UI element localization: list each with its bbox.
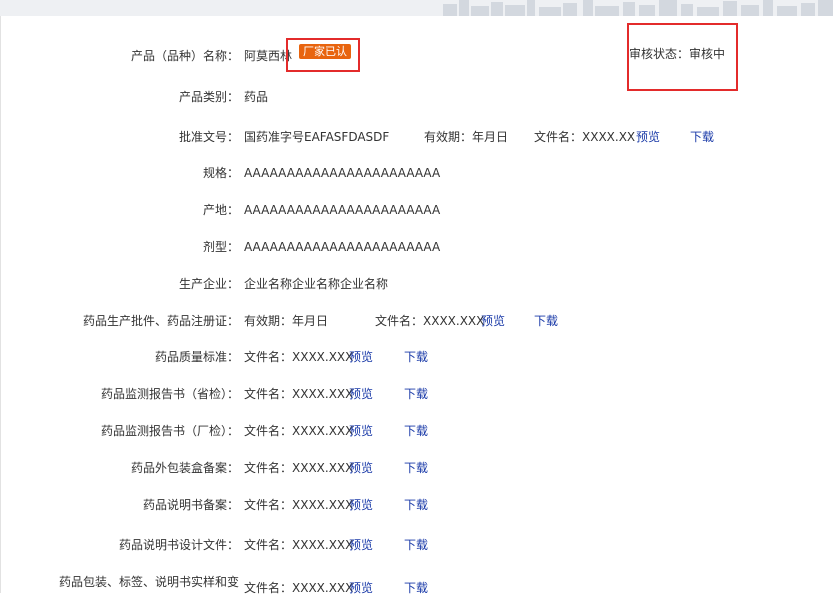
category-label: 产品类别：: [178, 90, 239, 104]
document-file-name: 文件名：XXXX.XXX: [244, 424, 354, 438]
document-preview-link[interactable]: 预览: [349, 458, 373, 478]
document-label: 药品说明书设计文件：: [118, 538, 239, 552]
document-preview-link[interactable]: 预览: [349, 535, 373, 555]
product-name-label: 产品（品种）名称：: [130, 49, 239, 63]
document-file-name: 文件名：XXXX.XXX: [244, 350, 354, 364]
document-file-name: 文件名：XXXX.XXX: [244, 538, 354, 552]
document-download-link[interactable]: 下载: [404, 578, 428, 598]
document-preview-link[interactable]: 预览: [349, 578, 373, 598]
approval-preview-link[interactable]: 预览: [636, 127, 660, 147]
origin-value: AAAAAAAAAAAAAAAAAAAAAAA: [244, 203, 441, 217]
approval-label: 批准文号：: [178, 130, 239, 144]
document-download-link[interactable]: 下载: [404, 347, 428, 367]
document-label: 药品质量标准：: [154, 350, 239, 364]
highlight-box-status: [627, 23, 738, 91]
manufacturer-label: 生产企业：: [178, 277, 239, 291]
document-preview-link[interactable]: 预览: [349, 421, 373, 441]
production-license-file-name: 文件名：XXXX.XXX: [375, 314, 485, 328]
document-download-link[interactable]: 下载: [404, 495, 428, 515]
category-value: 药品: [244, 90, 269, 104]
document-label: 药品包装、标签、说明书实样和变: [58, 575, 239, 589]
document-download-link[interactable]: 下载: [404, 535, 428, 555]
approval-validity: 有效期：年月日: [424, 130, 509, 144]
document-download-link[interactable]: 下载: [404, 421, 428, 441]
dosage-form-label: 剂型：: [202, 240, 239, 254]
document-label: 药品监测报告书（省检）：: [100, 387, 239, 401]
document-file-name: 文件名：XXXX.XXX: [244, 581, 354, 595]
origin-label: 产地：: [202, 203, 239, 217]
document-file-name: 文件名：XXXX.XXX: [244, 461, 354, 475]
spec-value: AAAAAAAAAAAAAAAAAAAAAAA: [244, 166, 441, 180]
production-license-validity: 有效期：年月日: [244, 314, 329, 328]
document-label: 药品说明书备案：: [142, 498, 239, 512]
dosage-form-value: AAAAAAAAAAAAAAAAAAAAAAA: [244, 240, 441, 254]
manufacturer-value: 企业名称企业名称企业名称: [244, 277, 389, 291]
approval-download-link[interactable]: 下载: [690, 127, 714, 147]
product-name-value: 阿莫西林: [244, 49, 293, 63]
spec-label: 规格：: [202, 166, 239, 180]
production-license-download-link[interactable]: 下载: [534, 311, 558, 331]
city-skyline-decoration: [443, 0, 833, 16]
approval-value: 国药准字号EAFASFDASDF: [244, 130, 390, 144]
production-license-preview-link[interactable]: 预览: [481, 311, 505, 331]
highlight-box-badge: [286, 38, 360, 72]
document-download-link[interactable]: 下载: [404, 458, 428, 478]
document-label: 药品外包装盒备案：: [130, 461, 239, 475]
approval-file-name: 文件名：XXXX.XX: [534, 130, 636, 144]
production-license-label: 药品生产批件、药品注册证：: [82, 314, 239, 328]
document-preview-link[interactable]: 预览: [349, 347, 373, 367]
document-preview-link[interactable]: 预览: [349, 495, 373, 515]
document-file-name: 文件名：XXXX.XXX: [244, 498, 354, 512]
document-preview-link[interactable]: 预览: [349, 384, 373, 404]
header-strip: [0, 0, 833, 17]
document-download-link[interactable]: 下载: [404, 384, 428, 404]
document-file-name: 文件名：XXXX.XXX: [244, 387, 354, 401]
document-label: 药品监测报告书（厂检）：: [100, 424, 239, 438]
